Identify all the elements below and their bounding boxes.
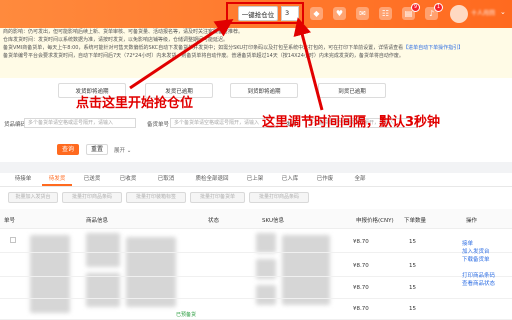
col-status: 状态: [208, 218, 220, 224]
tab-pending-accept[interactable]: 待接单: [8, 173, 38, 186]
batch-print-barcode-button[interactable]: 批量打印商品条码: [62, 192, 122, 203]
annotation-interval: 这里调节时间间隔，默认3秒钟: [262, 115, 441, 130]
tab-all[interactable]: 全部: [345, 173, 375, 186]
table-row: ¥8.70 15: [0, 253, 512, 277]
view-status-link[interactable]: 查看商品状态: [462, 281, 495, 288]
filter-label: 备货单号: [147, 122, 170, 128]
table-row: ¥8.70 15: [0, 299, 512, 320]
price-cell: ¥8.70: [353, 263, 369, 269]
table-row: ¥8.70 15: [0, 277, 512, 299]
tab-voided[interactable]: 已作废: [310, 173, 340, 186]
batch-print-code-button[interactable]: 批量打印商品条码: [249, 192, 309, 203]
print-barcode-link[interactable]: 打印商品条码: [462, 273, 495, 280]
tab-pending-ship[interactable]: 待发货: [42, 173, 72, 186]
status-tabs: 待接单 待发货 已送货 已收货 已取消 质检全部退回 已上架 已入库 已作废 全…: [0, 173, 512, 187]
notice-line: 仓库发货时间：发货时间以系统数据为准，请按时发货，以免影响店铺等级，仓储调整期间…: [3, 37, 229, 43]
col-qty: 下单数量: [404, 218, 427, 224]
notice-panel: 商的影响：仍可发出，但可能影响后续上新、货单审核、可备货量、活动报名等，请及时关…: [0, 28, 512, 78]
table-header: 单号 商品信息 状态 SKU信息 申报价格(CNY) 下单数量 操作: [0, 209, 512, 229]
annotation-grab: 点击这里开始抢仓位: [76, 96, 194, 111]
batch-print-order-button[interactable]: 批量打印备货单: [190, 192, 245, 203]
cart-icon[interactable]: ▤ 9: [402, 3, 420, 20]
notice-line: 商的影响：仍可发出，但可能影响后续上新、货单审核、可备货量、活动报名等，请及时关…: [3, 29, 244, 35]
top-bar: 一键抢仓位 3 ◆ ♥ ✉ ☷ ▤ 9 ♪ 1 十人月回 ⌄: [0, 0, 512, 28]
col-price: 申报价格(CNY): [356, 218, 394, 224]
gift-icon[interactable]: ☷: [379, 7, 392, 20]
reset-button[interactable]: 重置: [86, 144, 108, 155]
batch-add-button[interactable]: 批量加入发货台: [8, 192, 58, 203]
col-product: 商品信息: [86, 218, 109, 224]
interval-input[interactable]: 3: [281, 6, 299, 21]
stat-arrive-soon[interactable]: 到货即将逾期: [230, 83, 298, 98]
qty-cell: 15: [409, 285, 416, 291]
qty-cell: 15: [409, 306, 416, 312]
avatar[interactable]: [450, 5, 468, 23]
chevron-down-icon[interactable]: ⌄: [500, 8, 506, 16]
filter-input[interactable]: 多个备货单请空格或逗号隔开，请输入: [24, 118, 136, 128]
col-ops: 操作: [466, 218, 478, 224]
bell-badge: 1: [433, 3, 443, 12]
price-cell: ¥8.70: [353, 306, 369, 312]
download-order-link[interactable]: 下载备货单: [462, 257, 490, 264]
accept-link[interactable]: 接单: [462, 241, 473, 248]
filter-label: 货品编码: [4, 122, 27, 128]
batch-toolbar: 批量加入发货台 批量打印商品条码 批量打印装箱标签 批量打印备货单 批量打印商品…: [0, 187, 512, 209]
order-table: 单号 商品信息 状态 SKU信息 申报价格(CNY) 下单数量 操作 ¥8.70…: [0, 209, 512, 320]
table-row: ¥8.70 15: [0, 229, 512, 253]
notice-line: 备货单编号平台会要求发货时间，自动下单时间后7天（72*24小时）内未发货，则备…: [3, 53, 404, 59]
notice-line: 备货VMI商备货单，每天上午8:00，系统可能针对可售天数偏低的SKC自动下发备…: [3, 45, 464, 51]
col-order-no: 单号: [4, 218, 16, 224]
tab-shelved[interactable]: 已上架: [240, 173, 270, 186]
expand-button[interactable]: 展开 ⌄: [114, 146, 131, 154]
message-icon[interactable]: ✉: [356, 7, 369, 20]
grab-slot-button[interactable]: 一键抢仓位: [238, 6, 278, 21]
add-to-ship-link[interactable]: 加入发货台: [462, 249, 490, 256]
batch-print-label-button[interactable]: 批量打印装箱标签: [126, 192, 186, 203]
query-button[interactable]: 查询: [57, 144, 79, 155]
share-icon[interactable]: ♥: [333, 7, 346, 20]
price-cell: ¥8.70: [353, 239, 369, 245]
col-sku: SKU信息: [262, 218, 284, 224]
price-cell: ¥8.70: [353, 285, 369, 291]
qty-cell: 15: [409, 263, 416, 269]
tab-shipped[interactable]: 已送货: [77, 173, 107, 186]
stat-arrive-overdue[interactable]: 到货已逾期: [318, 83, 386, 98]
tab-cancelled[interactable]: 已取消: [151, 173, 181, 186]
guide-link[interactable]: 【进单自动下单操作指引】: [403, 45, 463, 51]
bell-icon[interactable]: ♪ 1: [425, 3, 443, 20]
tab-stored[interactable]: 已入库: [275, 173, 305, 186]
chat-icon[interactable]: ◆: [310, 7, 323, 20]
qty-cell: 15: [409, 239, 416, 245]
user-name: 十人月回: [471, 10, 496, 17]
prepared-tag: 已预备货: [176, 312, 197, 318]
tab-received[interactable]: 已收货: [113, 173, 143, 186]
tab-qc-returned[interactable]: 质检全部退回: [188, 173, 236, 186]
cart-badge: 9: [410, 3, 420, 12]
